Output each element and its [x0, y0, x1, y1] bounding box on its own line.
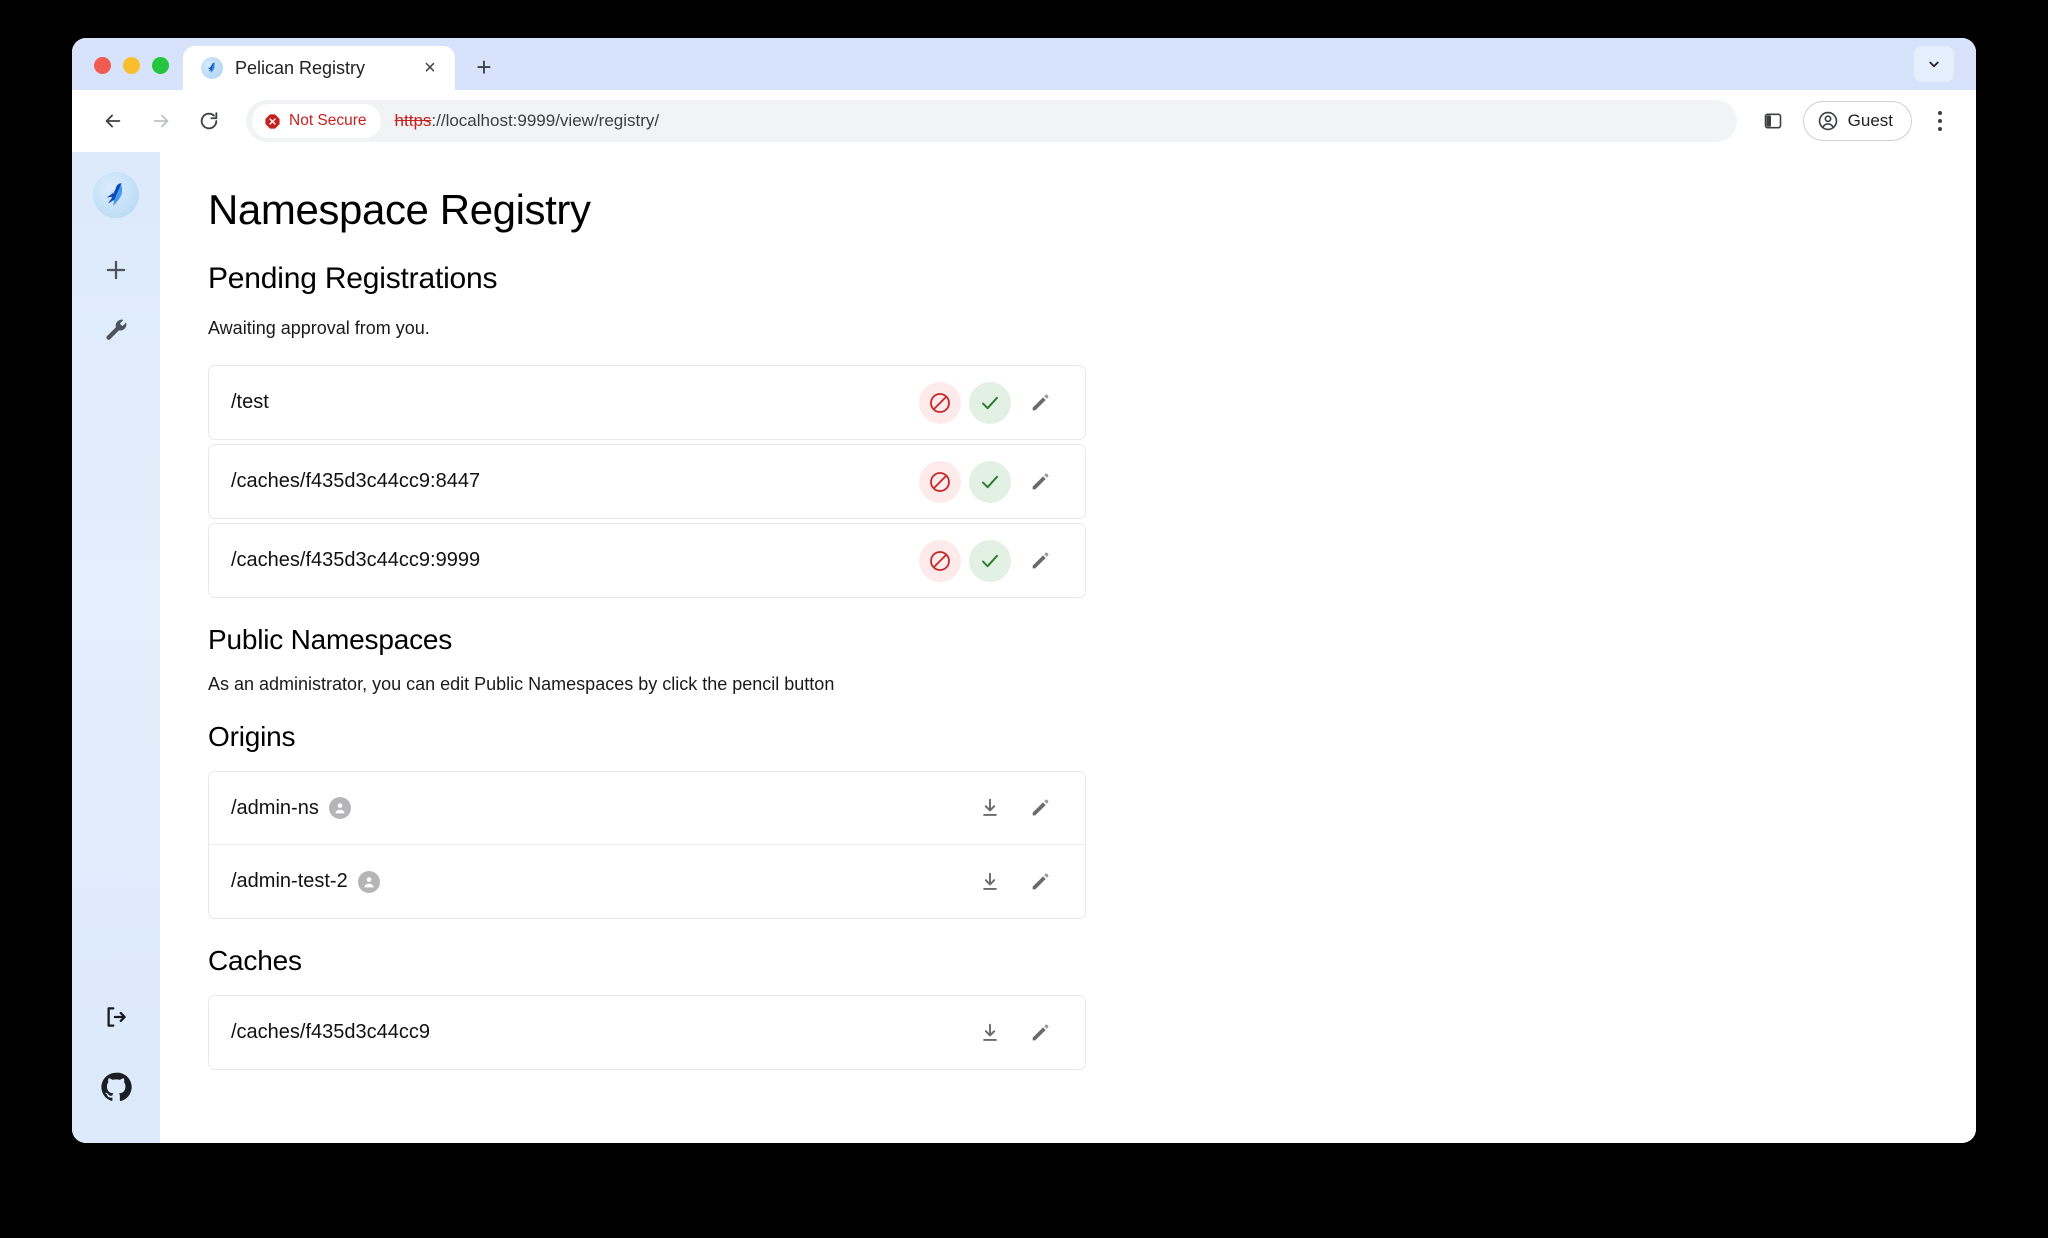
wrench-icon — [106, 319, 127, 340]
origin-label-wrapper: /admin-ns — [231, 797, 969, 820]
download-icon[interactable] — [969, 787, 1011, 829]
github-icon — [101, 1072, 132, 1102]
pending-row-group-3: /caches/f435d3c44cc9:9999 — [208, 523, 1086, 598]
address-bar[interactable]: Not Secure https://localhost:9999/view/r… — [246, 100, 1737, 142]
row-actions — [919, 460, 1061, 503]
sidebar-item-logout[interactable] — [90, 991, 142, 1043]
browser-toolbar: Not Secure https://localhost:9999/view/r… — [72, 90, 1976, 152]
origin-label-wrapper: /admin-test-2 — [231, 870, 969, 893]
security-status-badge[interactable]: Not Secure — [252, 104, 381, 138]
approve-icon[interactable] — [969, 460, 1011, 503]
deny-icon[interactable] — [919, 381, 961, 424]
pending-registrations-list: /test /caches/f435d3c44cc9:8447 /caches/… — [208, 365, 1086, 598]
table-row[interactable]: /admin-test-2 — [209, 845, 1085, 918]
table-row[interactable]: /admin-ns — [209, 772, 1085, 845]
app-sidebar — [72, 152, 160, 1143]
namespace-label: /caches/f435d3c44cc9 — [231, 1021, 431, 1043]
toolbar-right-actions: Guest — [1753, 101, 1958, 141]
pencil-icon[interactable] — [1019, 787, 1061, 829]
caches-list: /caches/f435d3c44cc9 — [208, 995, 1086, 1070]
browser-window: Pelican Registry × + Not Secure https://… — [72, 38, 1976, 1143]
person-icon — [328, 797, 351, 819]
maximize-window-button[interactable] — [152, 57, 169, 74]
logout-icon — [107, 1007, 126, 1027]
row-actions — [969, 787, 1061, 829]
namespace-label: /caches/f435d3c44cc9:8447 — [231, 470, 481, 492]
url-rest: ://localhost:9999/view/registry/ — [431, 111, 660, 130]
table-row[interactable]: /caches/f435d3c44cc9:9999 — [209, 524, 1085, 597]
profile-button[interactable]: Guest — [1802, 101, 1912, 141]
minimize-window-button[interactable] — [123, 57, 140, 74]
row-actions — [969, 1012, 1061, 1054]
origins-heading: Origins — [208, 721, 296, 752]
public-namespaces-heading: Public Namespaces — [208, 624, 453, 655]
not-secure-icon — [265, 113, 280, 129]
deny-icon[interactable] — [919, 539, 961, 582]
sidebar-item-tools[interactable] — [90, 304, 142, 356]
page-viewport: Namespace Registry Pending Registrations… — [72, 152, 1976, 1143]
registry-page-content: Namespace Registry Pending Registrations… — [160, 152, 1976, 1143]
table-row[interactable]: /caches/f435d3c44cc9:8447 — [209, 445, 1085, 518]
approve-icon[interactable] — [969, 381, 1011, 424]
url-scheme: https — [394, 111, 432, 130]
browser-tab[interactable]: Pelican Registry × — [183, 46, 455, 90]
pelican-icon — [201, 57, 223, 79]
row-actions — [919, 539, 1061, 582]
person-icon — [357, 870, 380, 893]
table-row[interactable]: /caches/f435d3c44cc9 — [209, 996, 1085, 1069]
sidebar-item-github[interactable] — [90, 1061, 142, 1113]
close-window-button[interactable] — [94, 57, 111, 74]
security-status-label: Not Secure — [289, 112, 367, 129]
pencil-icon[interactable] — [1019, 1012, 1061, 1054]
pelican-logo[interactable] — [93, 172, 139, 218]
pending-row-group-2: /caches/f435d3c44cc9:8447 — [208, 444, 1086, 519]
tab-strip: Pelican Registry × + — [72, 38, 1976, 90]
namespace-label: /admin-ns — [231, 796, 319, 819]
download-icon[interactable] — [969, 861, 1011, 903]
row-actions — [969, 861, 1061, 903]
namespace-label: /test — [231, 391, 269, 413]
pencil-icon[interactable] — [1019, 382, 1061, 424]
back-button[interactable] — [92, 100, 134, 142]
pending-row-group-1: /test — [208, 365, 1086, 440]
pencil-icon[interactable] — [1019, 861, 1061, 903]
profile-label: Guest — [1847, 111, 1893, 130]
pencil-icon[interactable] — [1019, 540, 1061, 582]
approve-icon[interactable] — [969, 539, 1011, 582]
window-traffic-lights — [72, 57, 183, 90]
account-circle-icon — [1818, 111, 1837, 131]
download-icon[interactable] — [969, 1012, 1011, 1054]
row-actions — [919, 381, 1061, 424]
reload-button[interactable] — [188, 100, 230, 142]
namespace-label: /caches/f435d3c44cc9:9999 — [231, 549, 481, 571]
chevron-down-icon[interactable] — [1914, 46, 1954, 82]
origins-list: /admin-ns /admin-test-2 — [208, 771, 1086, 919]
tab-title: Pelican Registry — [235, 57, 366, 78]
public-namespaces-description: As an administrator, you can edit Public… — [208, 674, 835, 694]
side-panel-icon[interactable] — [1753, 101, 1793, 141]
deny-icon[interactable] — [919, 460, 961, 503]
pending-registrations-description: Awaiting approval from you. — [208, 318, 430, 338]
namespace-label: /admin-test-2 — [231, 870, 348, 892]
close-tab-button[interactable]: × — [417, 55, 443, 81]
table-row[interactable]: /test — [209, 366, 1085, 439]
sidebar-item-add[interactable] — [90, 244, 142, 296]
plus-icon — [106, 260, 126, 280]
sidebar-bottom-actions — [90, 991, 142, 1143]
caches-heading: Caches — [208, 945, 302, 976]
forward-button[interactable] — [140, 100, 182, 142]
new-tab-button[interactable]: + — [463, 46, 505, 88]
page-title: Namespace Registry — [208, 186, 591, 233]
pending-registrations-heading: Pending Registrations — [208, 262, 498, 295]
url-text: https://localhost:9999/view/registry/ — [381, 111, 660, 131]
pencil-icon[interactable] — [1019, 461, 1061, 503]
kebab-menu-icon[interactable] — [1922, 101, 1958, 141]
